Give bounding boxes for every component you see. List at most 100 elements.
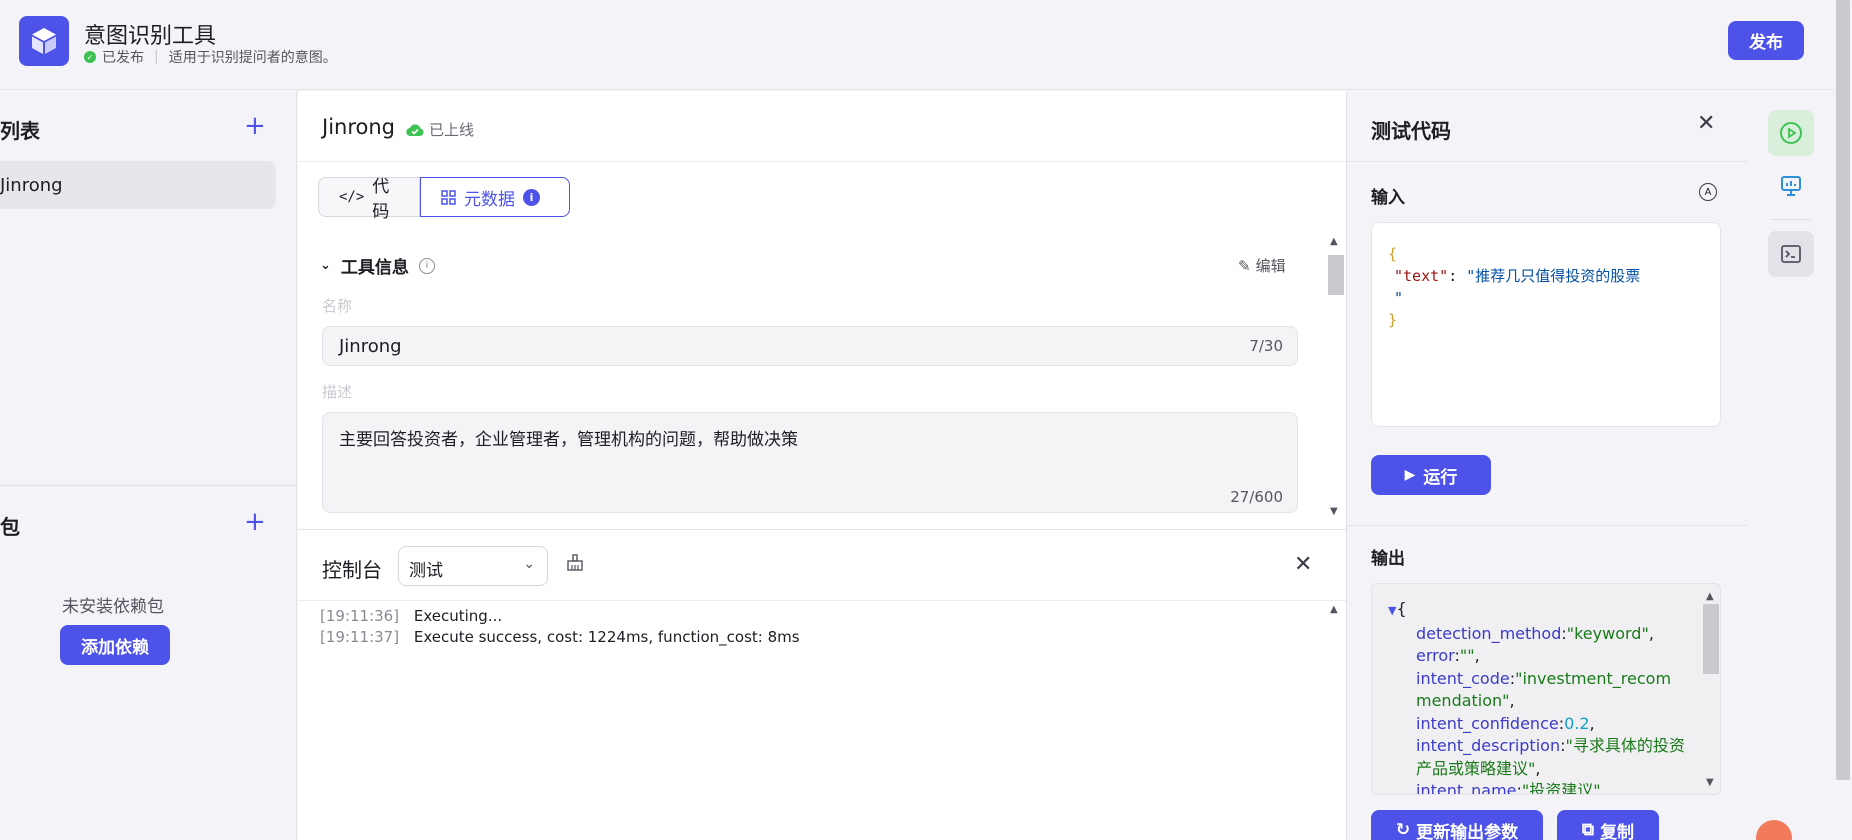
scroll-down-arrow-icon[interactable]: ▼ <box>1706 772 1714 795</box>
output-json-viewer[interactable]: ▼ { detection_method:"keyword", error:"",… <box>1371 583 1721 795</box>
right-icon-rail <box>1748 91 1834 840</box>
console-rail-button[interactable] <box>1768 231 1814 277</box>
published-check-icon: ✓ <box>84 51 96 63</box>
close-test-panel-icon[interactable]: ✕ <box>1697 111 1715 136</box>
output-field: intent_name:"投资建议", <box>1388 780 1704 795</box>
sidebar-divider <box>0 485 297 486</box>
console-scrollbar[interactable]: ▲ <box>1326 602 1344 840</box>
clear-console-broom-icon[interactable] <box>566 554 584 577</box>
input-label: 输入 <box>1371 188 1405 208</box>
no-dependencies-text: 未安装依赖包 <box>62 597 164 617</box>
description-char-counter: 27/600 <box>1230 488 1283 506</box>
output-value: "投资建议" <box>1521 781 1601 795</box>
console-panel: 控制台 测试 ⌄ ✕ [19:11:36] Executing... [19:1… <box>298 529 1346 840</box>
test-panel-header-divider <box>1347 161 1749 162</box>
scroll-down-arrow-icon[interactable]: ▼ <box>1330 506 1338 517</box>
rail-divider <box>1772 219 1810 220</box>
console-log-line: [19:11:37] Execute success, cost: 1224ms… <box>320 628 800 646</box>
tab-code[interactable]: </> 代码 <box>318 177 420 222</box>
output-value: 0.2 <box>1564 713 1590 733</box>
output-key: intent_name <box>1416 781 1517 795</box>
chevron-down-icon: ⌄ <box>320 258 331 273</box>
scroll-up-arrow-icon[interactable]: ▲ <box>1330 236 1338 247</box>
close-console-icon[interactable]: ✕ <box>1294 552 1312 577</box>
output-field: intent_code:"investment_recommendation", <box>1416 668 1672 711</box>
copy-button[interactable]: ⧉ 复制 <box>1557 810 1659 840</box>
packages-title: 包 <box>0 515 20 539</box>
run-button[interactable]: ▶ 运行 <box>1371 455 1491 495</box>
tab-metadata[interactable]: 元数据 i <box>420 177 570 217</box>
json-key: "text" <box>1394 267 1449 285</box>
json-value-end: " <box>1394 289 1404 307</box>
name-char-counter: 7/30 <box>1249 337 1283 355</box>
tool-editor-panel: Jinrong 已上线 </> 代码 元数据 i ⌄ 工具信息 i ✎ 编辑 名… <box>298 91 1346 529</box>
output-key: detection_method <box>1416 623 1562 643</box>
publish-status: 已发布 <box>102 50 144 66</box>
top-header: 意图识别工具 ✓ 已发布 | 适用于识别提问者的意图。 发布 <box>0 0 1852 90</box>
monitor-rail-button[interactable] <box>1768 163 1814 209</box>
page-scrollbar[interactable] <box>1834 0 1852 840</box>
tool-info-section-header[interactable]: ⌄ 工具信息 i <box>320 253 435 278</box>
description-field-value: 主要回答投资者，企业管理者，管理机构的问题，帮助做决策 <box>339 430 798 450</box>
online-status-label: 已上线 <box>429 121 475 139</box>
output-label: 输出 <box>1371 549 1405 569</box>
run-label: 运行 <box>1423 467 1458 488</box>
page-scroll-thumb[interactable] <box>1836 0 1850 780</box>
left-sidebar: 列表 + Jinrong 包 + <box>0 91 297 840</box>
refresh-icon: ↻ <box>1395 820 1411 840</box>
test-panel-title: 测试代码 <box>1371 119 1451 143</box>
log-timestamp: [19:11:36] <box>320 607 400 625</box>
console-mode-select[interactable]: 测试 ⌄ <box>398 546 548 586</box>
edit-button[interactable]: ✎ 编辑 <box>1238 255 1286 276</box>
monitor-chart-icon <box>1781 176 1801 196</box>
grid-icon <box>441 189 456 205</box>
log-message: Executing... <box>413 607 503 625</box>
name-field[interactable]: Jinrong 7/30 <box>322 326 1298 366</box>
description-field[interactable]: 主要回答投资者，企业管理者，管理机构的问题，帮助做决策 27/600 <box>322 412 1298 513</box>
tool-info-title: 工具信息 <box>340 258 409 278</box>
sidebar-item-jinrong[interactable]: Jinrong <box>0 161 276 209</box>
output-field: error:"", <box>1416 646 1480 665</box>
test-run-rail-button[interactable] <box>1768 110 1814 156</box>
test-code-panel: 测试代码 ✕ 输入 A { "text": "推荐几只值得投资的股票 " } ▶… <box>1346 91 1749 840</box>
output-field: intent_description:"寻求具体的投资产品或策略建议", <box>1416 736 1685 778</box>
output-scrollbar[interactable]: ▲ ▼ <box>1702 584 1720 795</box>
output-value: "keyword" <box>1566 623 1649 643</box>
cloud-check-icon <box>406 123 424 136</box>
center-header-divider <box>298 161 1346 162</box>
json-value: "推荐几只值得投资的股票 <box>1466 267 1641 285</box>
publish-button[interactable]: 发布 <box>1728 21 1804 60</box>
output-key: intent_description <box>1416 736 1561 755</box>
json-colon: : <box>1448 267 1467 285</box>
test-panel-divider <box>1347 525 1749 526</box>
app-title: 意图识别工具 <box>84 24 217 49</box>
description-field-label: 描述 <box>322 383 353 401</box>
info-icon: i <box>418 257 435 274</box>
output-open-brace: { <box>1396 599 1407 618</box>
add-package-plus-icon[interactable]: + <box>244 509 266 535</box>
json-close-brace: } <box>1388 311 1398 329</box>
update-output-params-button[interactable]: ↻ 更新输出参数 <box>1371 810 1543 840</box>
log-message: Execute success, cost: 1224ms, function_… <box>413 628 800 646</box>
subtitle-divider: | <box>154 49 159 65</box>
add-dependency-button[interactable]: 添加依赖 <box>60 625 170 665</box>
output-field: detection_method:"keyword", <box>1416 623 1654 643</box>
format-a-icon[interactable]: A <box>1699 183 1717 201</box>
edit-label: 编辑 <box>1255 257 1286 275</box>
name-field-label: 名称 <box>322 297 353 315</box>
chevron-down-icon: ⌄ <box>523 556 535 572</box>
output-scroll-thumb[interactable] <box>1703 604 1719 674</box>
output-value: "" <box>1459 646 1475 665</box>
tool-name-title: Jinrong <box>322 115 395 139</box>
editor-scroll-thumb[interactable] <box>1328 255 1344 295</box>
input-json-editor[interactable]: { "text": "推荐几只值得投资的股票 " } <box>1371 222 1721 427</box>
add-tool-plus-icon[interactable]: + <box>244 113 266 139</box>
scroll-up-arrow-icon[interactable]: ▲ <box>1330 604 1338 615</box>
output-field: intent_confidence:0.2, <box>1416 713 1595 733</box>
app-logo-icon <box>19 16 69 66</box>
editor-scrollbar[interactable]: ▲ ▼ <box>1326 234 1344 519</box>
edit-icon: ✎ <box>1238 256 1251 275</box>
app-description: 适用于识别提问者的意图。 <box>168 50 337 66</box>
output-key: error <box>1416 646 1455 665</box>
play-icon: ▶ <box>1404 467 1416 483</box>
